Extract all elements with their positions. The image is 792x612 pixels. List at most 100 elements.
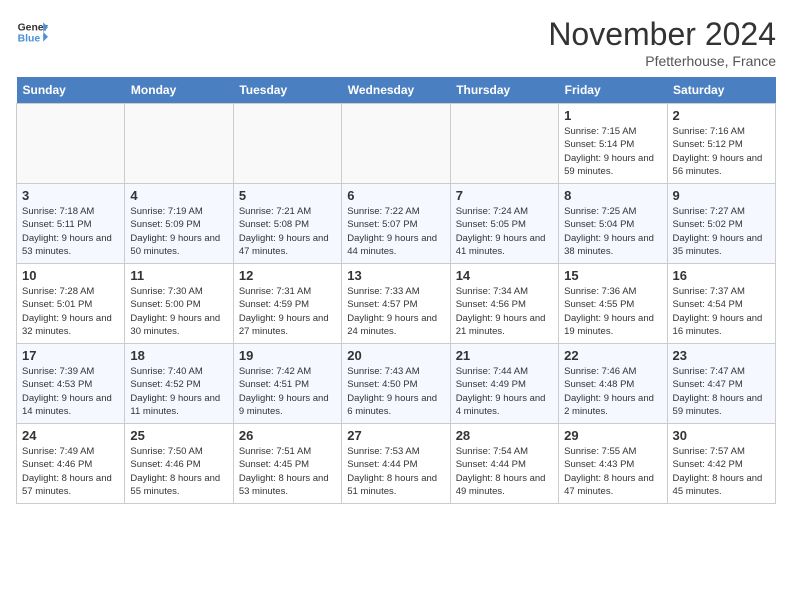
calendar-cell: 20 Sunrise: 7:43 AM Sunset: 4:50 PM Dayli…: [342, 344, 450, 424]
calendar-table: SundayMondayTuesdayWednesdayThursdayFrid…: [16, 77, 776, 504]
day-info: Sunrise: 7:42 AM Sunset: 4:51 PM Dayligh…: [239, 365, 336, 418]
day-info: Sunrise: 7:40 AM Sunset: 4:52 PM Dayligh…: [130, 365, 227, 418]
day-number: 4: [130, 188, 227, 203]
day-number: 1: [564, 108, 661, 123]
day-number: 5: [239, 188, 336, 203]
calendar-cell: 19 Sunrise: 7:42 AM Sunset: 4:51 PM Dayli…: [233, 344, 341, 424]
day-number: 10: [22, 268, 119, 283]
day-info: Sunrise: 7:34 AM Sunset: 4:56 PM Dayligh…: [456, 285, 553, 338]
day-number: 30: [673, 428, 770, 443]
day-info: Sunrise: 7:18 AM Sunset: 5:11 PM Dayligh…: [22, 205, 119, 258]
weekday-header-tuesday: Tuesday: [233, 77, 341, 104]
day-number: 20: [347, 348, 444, 363]
weekday-header-monday: Monday: [125, 77, 233, 104]
calendar-cell: 9 Sunrise: 7:27 AM Sunset: 5:02 PM Daylig…: [667, 184, 775, 264]
weekday-header-friday: Friday: [559, 77, 667, 104]
weekday-header-wednesday: Wednesday: [342, 77, 450, 104]
calendar-cell: 13 Sunrise: 7:33 AM Sunset: 4:57 PM Dayli…: [342, 264, 450, 344]
calendar-cell: 29 Sunrise: 7:55 AM Sunset: 4:43 PM Dayli…: [559, 424, 667, 504]
day-number: 12: [239, 268, 336, 283]
day-info: Sunrise: 7:21 AM Sunset: 5:08 PM Dayligh…: [239, 205, 336, 258]
day-info: Sunrise: 7:53 AM Sunset: 4:44 PM Dayligh…: [347, 445, 444, 498]
day-info: Sunrise: 7:39 AM Sunset: 4:53 PM Dayligh…: [22, 365, 119, 418]
calendar-cell: 7 Sunrise: 7:24 AM Sunset: 5:05 PM Daylig…: [450, 184, 558, 264]
day-info: Sunrise: 7:55 AM Sunset: 4:43 PM Dayligh…: [564, 445, 661, 498]
calendar-cell: [17, 104, 125, 184]
day-info: Sunrise: 7:27 AM Sunset: 5:02 PM Dayligh…: [673, 205, 770, 258]
header: General Blue November 2024 Pfetterhouse,…: [16, 16, 776, 69]
day-info: Sunrise: 7:46 AM Sunset: 4:48 PM Dayligh…: [564, 365, 661, 418]
day-number: 11: [130, 268, 227, 283]
day-info: Sunrise: 7:43 AM Sunset: 4:50 PM Dayligh…: [347, 365, 444, 418]
calendar-cell: [233, 104, 341, 184]
day-info: Sunrise: 7:15 AM Sunset: 5:14 PM Dayligh…: [564, 125, 661, 178]
day-info: Sunrise: 7:25 AM Sunset: 5:04 PM Dayligh…: [564, 205, 661, 258]
calendar-cell: [125, 104, 233, 184]
day-number: 18: [130, 348, 227, 363]
calendar-cell: 21 Sunrise: 7:44 AM Sunset: 4:49 PM Dayli…: [450, 344, 558, 424]
day-number: 2: [673, 108, 770, 123]
day-number: 25: [130, 428, 227, 443]
calendar-cell: 3 Sunrise: 7:18 AM Sunset: 5:11 PM Daylig…: [17, 184, 125, 264]
day-info: Sunrise: 7:36 AM Sunset: 4:55 PM Dayligh…: [564, 285, 661, 338]
calendar-cell: 12 Sunrise: 7:31 AM Sunset: 4:59 PM Dayli…: [233, 264, 341, 344]
day-info: Sunrise: 7:44 AM Sunset: 4:49 PM Dayligh…: [456, 365, 553, 418]
calendar-cell: 17 Sunrise: 7:39 AM Sunset: 4:53 PM Dayli…: [17, 344, 125, 424]
day-number: 21: [456, 348, 553, 363]
day-info: Sunrise: 7:22 AM Sunset: 5:07 PM Dayligh…: [347, 205, 444, 258]
day-info: Sunrise: 7:31 AM Sunset: 4:59 PM Dayligh…: [239, 285, 336, 338]
day-number: 9: [673, 188, 770, 203]
day-info: Sunrise: 7:24 AM Sunset: 5:05 PM Dayligh…: [456, 205, 553, 258]
day-number: 15: [564, 268, 661, 283]
day-info: Sunrise: 7:49 AM Sunset: 4:46 PM Dayligh…: [22, 445, 119, 498]
month-title: November 2024: [548, 16, 776, 53]
day-number: 19: [239, 348, 336, 363]
day-number: 28: [456, 428, 553, 443]
calendar-cell: 26 Sunrise: 7:51 AM Sunset: 4:45 PM Dayli…: [233, 424, 341, 504]
calendar-cell: 14 Sunrise: 7:34 AM Sunset: 4:56 PM Dayli…: [450, 264, 558, 344]
day-number: 17: [22, 348, 119, 363]
day-info: Sunrise: 7:33 AM Sunset: 4:57 PM Dayligh…: [347, 285, 444, 338]
calendar-cell: 5 Sunrise: 7:21 AM Sunset: 5:08 PM Daylig…: [233, 184, 341, 264]
day-number: 23: [673, 348, 770, 363]
calendar-cell: [450, 104, 558, 184]
svg-text:Blue: Blue: [18, 34, 41, 45]
day-number: 7: [456, 188, 553, 203]
day-number: 16: [673, 268, 770, 283]
calendar-cell: 8 Sunrise: 7:25 AM Sunset: 5:04 PM Daylig…: [559, 184, 667, 264]
calendar-cell: 23Sunrise: 7:47 AM Sunset: 4:47 PM Dayli…: [667, 344, 775, 424]
calendar-cell: 27 Sunrise: 7:53 AM Sunset: 4:44 PM Dayli…: [342, 424, 450, 504]
day-number: 27: [347, 428, 444, 443]
day-info: Sunrise: 7:57 AM Sunset: 4:42 PM Dayligh…: [673, 445, 770, 498]
day-info: Sunrise: 7:37 AM Sunset: 4:54 PM Dayligh…: [673, 285, 770, 338]
weekday-header-saturday: Saturday: [667, 77, 775, 104]
day-number: 24: [22, 428, 119, 443]
day-info: Sunrise: 7:50 AM Sunset: 4:46 PM Dayligh…: [130, 445, 227, 498]
day-number: 14: [456, 268, 553, 283]
calendar-cell: 16 Sunrise: 7:37 AM Sunset: 4:54 PM Dayli…: [667, 264, 775, 344]
calendar-cell: [342, 104, 450, 184]
day-number: 3: [22, 188, 119, 203]
title-area: November 2024 Pfetterhouse, France: [548, 16, 776, 69]
calendar-cell: 22 Sunrise: 7:46 AM Sunset: 4:48 PM Dayli…: [559, 344, 667, 424]
day-info: Sunrise: 7:19 AM Sunset: 5:09 PM Dayligh…: [130, 205, 227, 258]
day-info: Sunrise: 7:54 AM Sunset: 4:44 PM Dayligh…: [456, 445, 553, 498]
calendar-cell: 30 Sunrise: 7:57 AM Sunset: 4:42 PM Dayli…: [667, 424, 775, 504]
calendar-cell: 28 Sunrise: 7:54 AM Sunset: 4:44 PM Dayli…: [450, 424, 558, 504]
day-info: Sunrise: 7:30 AM Sunset: 5:00 PM Dayligh…: [130, 285, 227, 338]
day-number: 22: [564, 348, 661, 363]
calendar-cell: 1 Sunrise: 7:15 AM Sunset: 5:14 PM Daylig…: [559, 104, 667, 184]
day-info: Sunrise: 7:16 AM Sunset: 5:12 PM Dayligh…: [673, 125, 770, 178]
day-number: 26: [239, 428, 336, 443]
day-number: 29: [564, 428, 661, 443]
location: Pfetterhouse, France: [548, 53, 776, 69]
day-info: Sunrise: 7:51 AM Sunset: 4:45 PM Dayligh…: [239, 445, 336, 498]
day-info: Sunrise: 7:28 AM Sunset: 5:01 PM Dayligh…: [22, 285, 119, 338]
calendar-cell: 18 Sunrise: 7:40 AM Sunset: 4:52 PM Dayli…: [125, 344, 233, 424]
weekday-header-thursday: Thursday: [450, 77, 558, 104]
day-number: 13: [347, 268, 444, 283]
calendar-cell: 6Sunrise: 7:22 AM Sunset: 5:07 PM Daylig…: [342, 184, 450, 264]
day-number: 8: [564, 188, 661, 203]
weekday-header-sunday: Sunday: [17, 77, 125, 104]
calendar-cell: 2 Sunrise: 7:16 AM Sunset: 5:12 PM Daylig…: [667, 104, 775, 184]
